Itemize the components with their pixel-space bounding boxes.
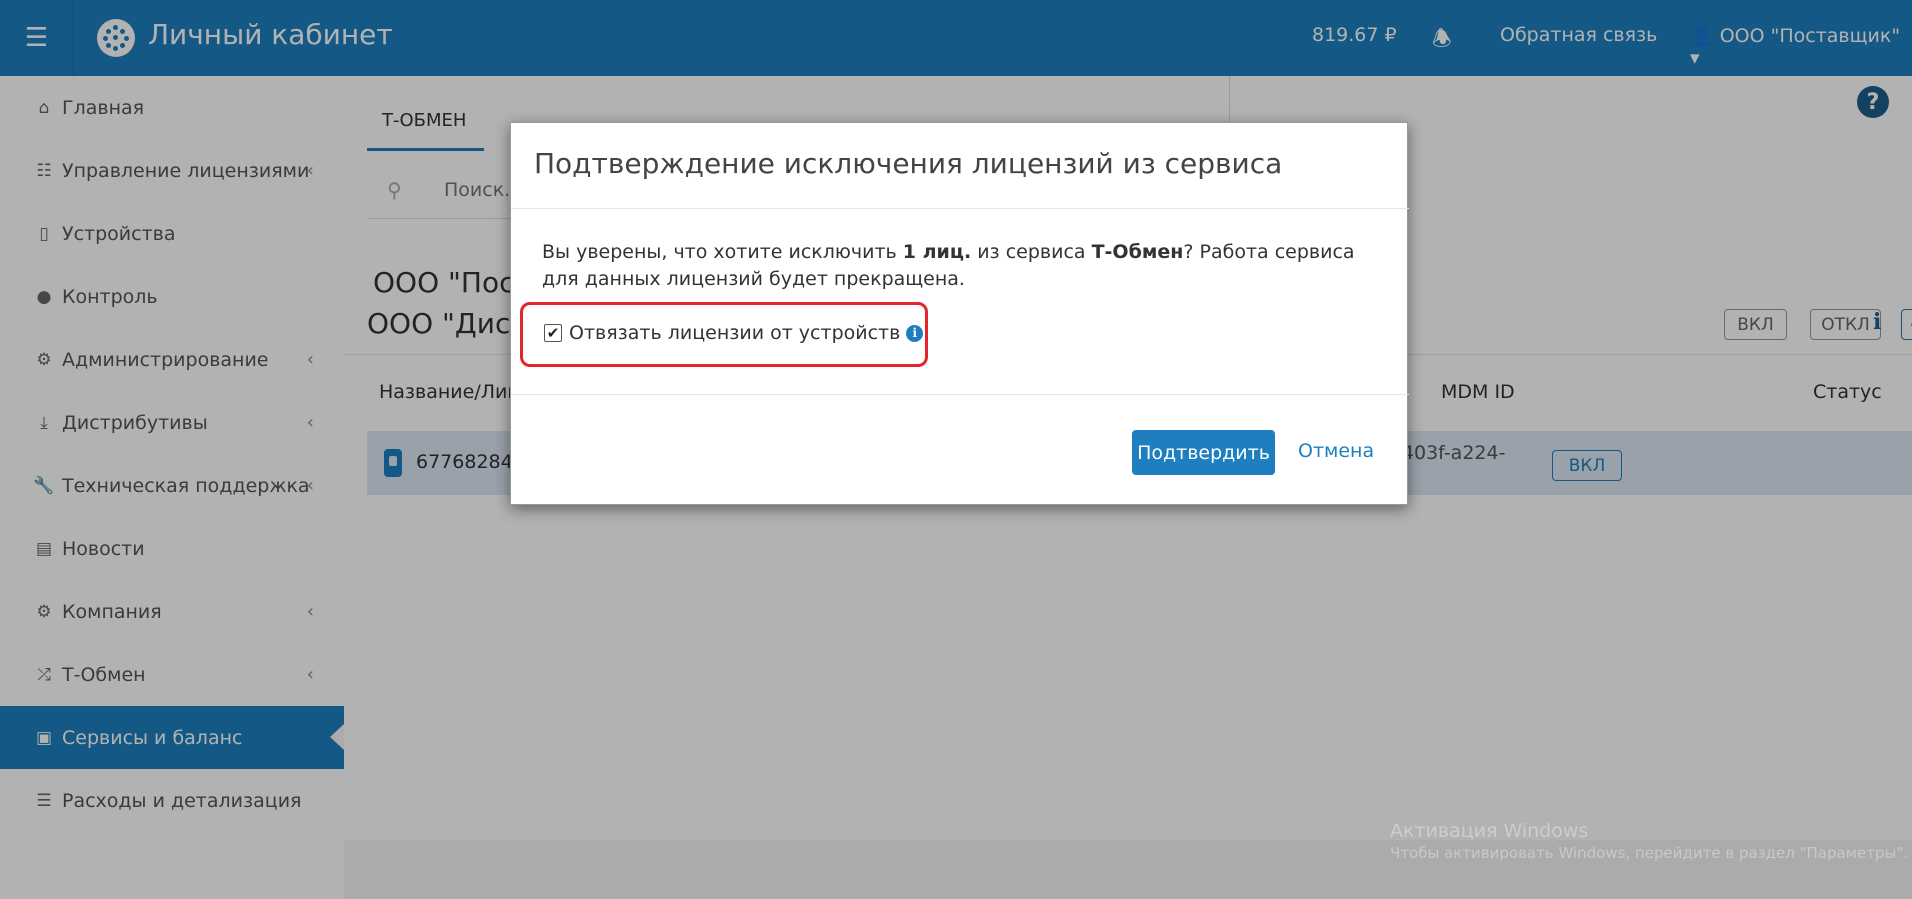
watermark-line2: Чтобы активировать Windows, перейдите в … xyxy=(1390,844,1908,862)
dialog-message: Вы уверены, что хотите исключить 1 лиц. … xyxy=(542,239,1362,293)
dialog-title: Подтверждение исключения лицензий из сер… xyxy=(534,147,1283,180)
divider xyxy=(511,208,1409,209)
confirm-dialog: Подтверждение исключения лицензий из сер… xyxy=(510,122,1409,505)
windows-activation-watermark: Активация Windows Чтобы активировать Win… xyxy=(1390,820,1908,862)
service-name: Т-Обмен xyxy=(1091,241,1184,263)
watermark-line1: Активация Windows xyxy=(1390,820,1589,842)
cancel-button[interactable]: Отмена xyxy=(1298,440,1374,462)
unbind-checkbox-row[interactable]: ✔ Отвязать лицензии от устройств i xyxy=(544,322,924,344)
info-icon[interactable]: i xyxy=(906,324,924,342)
confirm-button[interactable]: Подтвердить xyxy=(1132,430,1275,475)
license-count: 1 лиц. xyxy=(902,241,972,263)
unbind-checkbox[interactable]: ✔ xyxy=(544,324,562,342)
message-text: Вы уверены, что хотите исключить xyxy=(542,241,903,263)
checkbox-label[interactable]: Отвязать лицензии от устройств xyxy=(569,322,900,344)
message-text: из сервиса xyxy=(971,241,1092,263)
divider xyxy=(511,394,1409,395)
